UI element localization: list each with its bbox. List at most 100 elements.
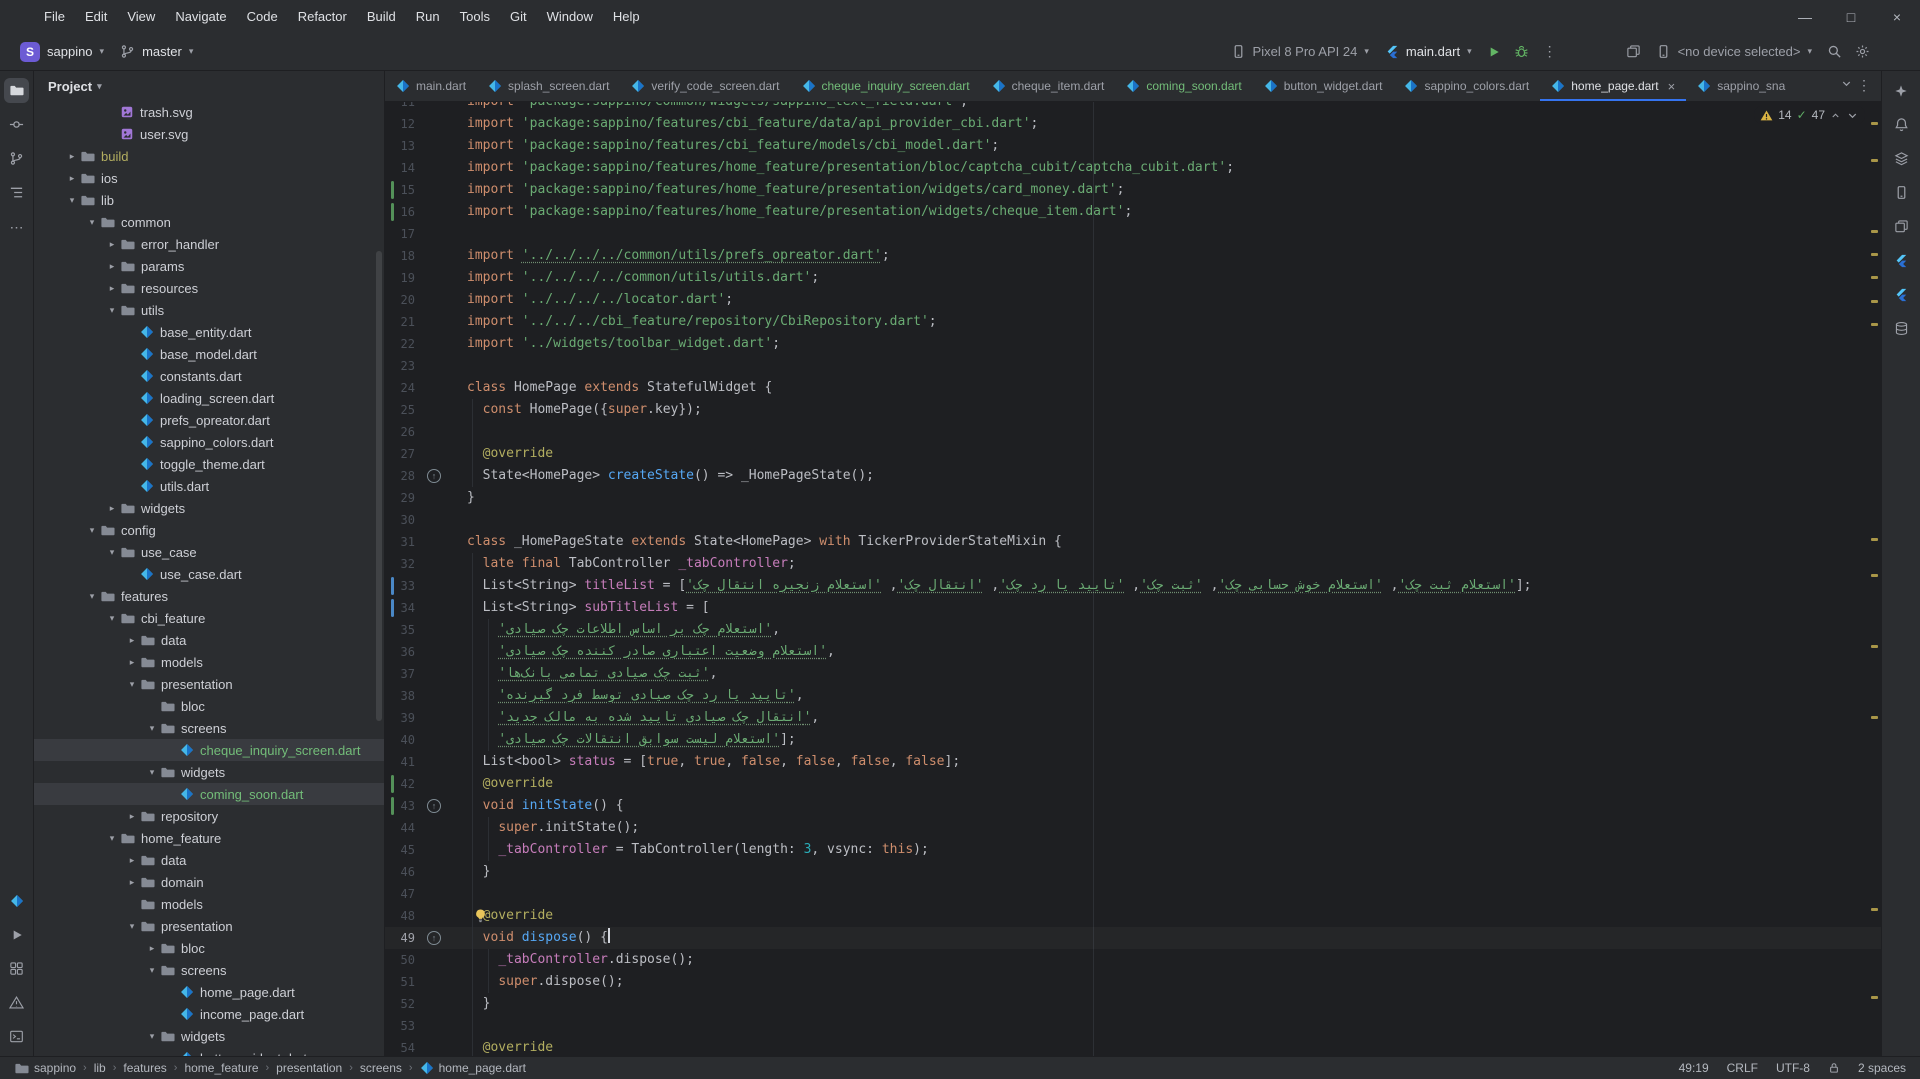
tool-stripe-run-button[interactable] [4,922,29,947]
tool-stripe-more-button[interactable]: ⋯ [4,214,29,239]
warning-stripe-mark[interactable] [1871,253,1878,256]
device-manager-selector[interactable]: <no device selected> ▾ [1648,39,1820,64]
code-line-14[interactable]: 14import 'package:sappino/features/home_… [385,157,1881,179]
code-line-50[interactable]: 50 _tabController.dispose(); [385,949,1881,971]
tree-item-loading_screen-dart[interactable]: loading_screen.dart [34,387,384,409]
menu-edit[interactable]: Edit [75,0,117,33]
warning-stripe-mark[interactable] [1871,908,1878,911]
tree-item-utils-dart[interactable]: utils.dart [34,475,384,497]
code-line-47[interactable]: 47 [385,883,1881,905]
tab-home_page-dart[interactable]: home_page.dart× [1540,71,1686,101]
chevron-down-icon[interactable]: ▾ [104,613,120,624]
menu-navigate[interactable]: Navigate [165,0,236,33]
chevron-right-icon[interactable]: ▸ [144,943,160,954]
tree-item-features[interactable]: ▾features [34,585,384,607]
settings-button[interactable] [1848,38,1876,66]
code-line-17[interactable]: 17 [385,223,1881,245]
code-line-53[interactable]: 53 [385,1015,1881,1037]
close-button[interactable]: × [1874,0,1920,33]
tool-stripe-running-devices-button[interactable] [1889,214,1914,239]
code-line-19[interactable]: 19import '../../../../common/utils/utils… [385,267,1881,289]
chevron-right-icon[interactable]: ▸ [104,239,120,250]
tree-item-base_model-dart[interactable]: base_model.dart [34,343,384,365]
tool-stripe-dart-analysis-button[interactable] [4,888,29,913]
tree-item-ios[interactable]: ▸ios [34,167,384,189]
code-line-35[interactable]: 35 'استعلام چک بر اساس اطلاعات چک صیادی'… [385,619,1881,641]
warning-stripe-mark[interactable] [1871,996,1878,999]
code-line-20[interactable]: 20import '../../../../locator.dart'; [385,289,1881,311]
intention-bulb-icon[interactable] [473,908,488,923]
tool-stripe-structure-button[interactable] [4,180,29,205]
code-line-21[interactable]: 21import '../../../cbi_feature/repositor… [385,311,1881,333]
tab-splash_screen-dart[interactable]: splash_screen.dart [477,71,620,101]
project-widget[interactable]: S sappino ▾ [12,37,112,67]
menu-git[interactable]: Git [500,0,537,33]
menu-code[interactable]: Code [237,0,288,33]
tool-stripe-pull-requests-button[interactable] [4,146,29,171]
tree-item-lib[interactable]: ▾lib [34,189,384,211]
tree-item-constants-dart[interactable]: constants.dart [34,365,384,387]
code-line-48[interactable]: 48 @override [385,905,1881,927]
chevron-down-icon[interactable]: ▾ [104,305,120,316]
code-line-52[interactable]: 52 } [385,993,1881,1015]
run-configuration-selector[interactable]: main.dart ▾ [1377,39,1480,64]
warning-stripe-mark[interactable] [1871,276,1878,279]
tab-control-more-v[interactable]: ⋮ [1857,77,1871,95]
warning-stripe-mark[interactable] [1871,230,1878,233]
tool-stripe-problems-button[interactable] [4,990,29,1015]
tool-stripe-terminal-button[interactable] [4,1024,29,1049]
tool-stripe-flutter-inspector-button[interactable] [1889,248,1914,273]
tree-item-repository[interactable]: ▸repository [34,805,384,827]
more-actions-button[interactable]: ⋮ [1536,38,1564,66]
tool-stripe-commit-button[interactable] [4,112,29,137]
chevron-right-icon[interactable]: ▸ [124,657,140,668]
tool-stripe-ai-assistant-button[interactable] [1889,78,1914,103]
chevron-down-icon[interactable]: ▾ [144,965,160,976]
warning-stripe-mark[interactable] [1871,645,1878,648]
chevron-right-icon[interactable]: ▸ [64,151,80,162]
code-line-27[interactable]: 27 @override [385,443,1881,465]
code-line-12[interactable]: 12import 'package:sappino/features/cbi_f… [385,113,1881,135]
tree-item-widgets[interactable]: ▸widgets [34,497,384,519]
code-line-29[interactable]: 29} [385,487,1881,509]
tree-item-bloc[interactable]: ▸bloc [34,937,384,959]
chevron-right-icon[interactable]: ▸ [104,261,120,272]
tree-item-home_page-dart[interactable]: home_page.dart [34,981,384,1003]
tab-sappino_sna[interactable]: sappino_sna [1686,71,1796,101]
chevron-right-icon[interactable]: ▸ [124,635,140,646]
tree-item-config[interactable]: ▾config [34,519,384,541]
chevron-right-icon[interactable]: ▸ [104,503,120,514]
warning-stripe-mark[interactable] [1871,122,1878,125]
tree-item-income_page-dart[interactable]: income_page.dart [34,1003,384,1025]
overriding-method-icon[interactable]: ↑ [427,799,441,813]
tab-cheque_inquiry_screen-dart[interactable]: cheque_inquiry_screen.dart [791,71,981,101]
tree-item-sappino_colors-dart[interactable]: sappino_colors.dart [34,431,384,453]
minimize-button[interactable]: — [1782,0,1828,33]
warning-stripe-mark[interactable] [1871,574,1878,577]
tree-item-widgets[interactable]: ▾widgets [34,761,384,783]
tab-main-dart[interactable]: main.dart [385,71,477,101]
code-line-13[interactable]: 13import 'package:sappino/features/cbi_f… [385,135,1881,157]
code-line-31[interactable]: 31class _HomePageState extends State<Hom… [385,531,1881,553]
code-line-41[interactable]: 41 List<bool> status = [true, true, fals… [385,751,1881,773]
menu-help[interactable]: Help [603,0,650,33]
breadcrumb-item-lib[interactable]: lib [94,1061,106,1075]
chevron-down-icon[interactable]: ▾ [84,591,100,602]
tool-stripe-project-button[interactable] [4,78,29,103]
tree-item-coming_soon-dart[interactable]: coming_soon.dart [34,783,384,805]
encoding-widget[interactable]: UTF-8 [1776,1061,1810,1075]
code-line-36[interactable]: 36 'استعلام وضعیت اعتباری صادر کننده چک … [385,641,1881,663]
breadcrumb-item-home_feature[interactable]: home_feature [184,1061,258,1075]
overriding-method-icon[interactable]: ↑ [427,469,441,483]
warning-stripe-mark[interactable] [1871,159,1878,162]
tree-item-presentation[interactable]: ▾presentation [34,673,384,695]
tree-item-widgets[interactable]: ▾widgets [34,1025,384,1047]
indent-widget[interactable]: 2 spaces [1858,1061,1906,1075]
tree-item-utils[interactable]: ▾utils [34,299,384,321]
menu-tools[interactable]: Tools [450,0,500,33]
tool-stripe-notifications-button[interactable] [1889,112,1914,137]
tree-item-toggle_theme-dart[interactable]: toggle_theme.dart [34,453,384,475]
code-line-38[interactable]: 38 'تایید یا رد چک صیادی توسط فرد گیرنده… [385,685,1881,707]
code-line-51[interactable]: 51 super.dispose(); [385,971,1881,993]
chevron-right-icon[interactable]: ▸ [124,811,140,822]
